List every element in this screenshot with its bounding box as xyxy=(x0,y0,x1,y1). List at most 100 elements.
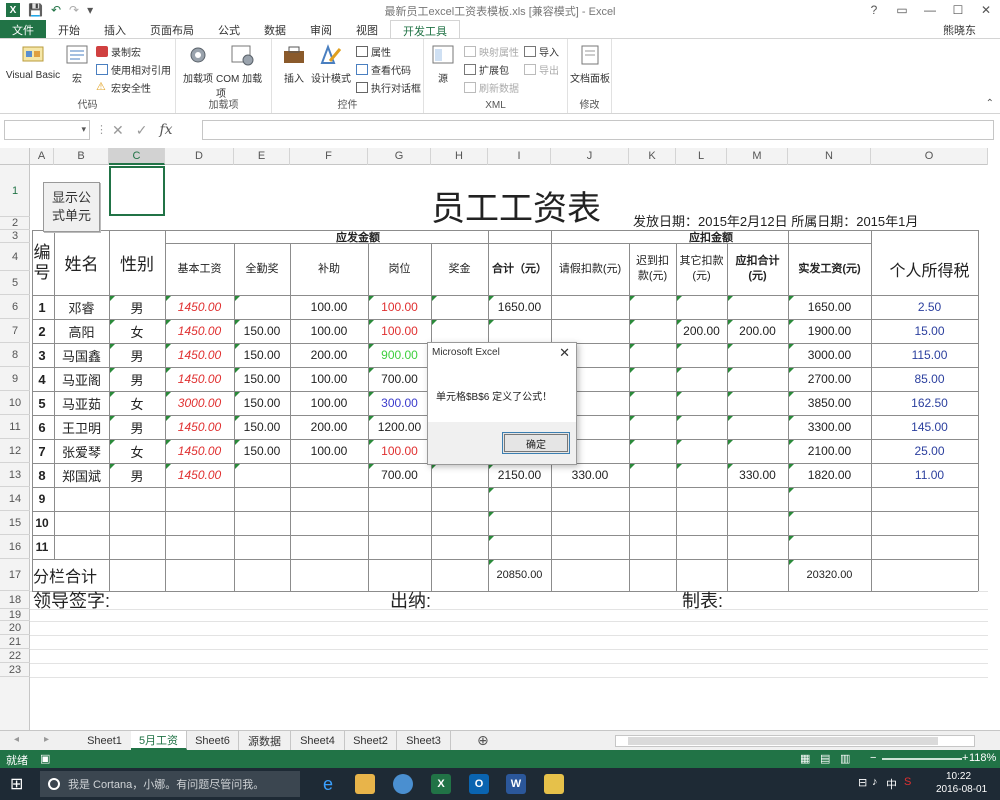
document-panel-button[interactable]: 文档面板 xyxy=(570,43,610,85)
cell[interactable]: 115.00 xyxy=(871,343,988,367)
tab-file[interactable]: 文件 xyxy=(0,20,46,38)
cell[interactable]: 应发金额 xyxy=(165,230,551,244)
cell[interactable]: 700.00 xyxy=(368,463,431,487)
cell[interactable] xyxy=(629,391,676,415)
page-layout-view-icon[interactable]: ▤ xyxy=(820,752,830,765)
cell[interactable]: 岗位 xyxy=(368,243,431,295)
cell[interactable]: 全勤奖 xyxy=(234,243,290,295)
cell[interactable]: 领导签字: xyxy=(30,591,234,611)
sheet-tab[interactable]: 源数据 xyxy=(239,731,291,750)
cell[interactable] xyxy=(676,463,727,487)
cell[interactable]: 900.00 xyxy=(368,343,431,367)
cell[interactable]: 出纳: xyxy=(368,591,551,611)
column-header[interactable]: I xyxy=(488,148,551,165)
file-explorer-icon[interactable] xyxy=(355,774,375,794)
row-header[interactable]: 10 xyxy=(0,391,30,415)
tab-view[interactable]: 视图 xyxy=(344,20,390,38)
cell[interactable]: 150.00 xyxy=(234,343,290,367)
cell[interactable]: 女 xyxy=(109,319,165,343)
cell[interactable]: 150.00 xyxy=(234,319,290,343)
windows-start-icon[interactable]: ⊞ xyxy=(10,774,23,794)
cell[interactable]: 6 xyxy=(30,415,54,439)
page-break-view-icon[interactable]: ▥ xyxy=(840,752,850,765)
browser-icon[interactable] xyxy=(393,774,413,794)
cell[interactable]: 3000.00 xyxy=(165,391,234,415)
row-header[interactable]: 17 xyxy=(0,559,30,591)
row-header[interactable]: 18 xyxy=(0,591,30,609)
row-header[interactable]: 8 xyxy=(0,343,30,367)
cell[interactable]: 王卫明 xyxy=(54,415,109,439)
cell[interactable]: 150.00 xyxy=(234,415,290,439)
cell[interactable]: 2100.00 xyxy=(788,439,871,463)
column-header[interactable]: L xyxy=(676,148,727,165)
relative-reference-button[interactable]: 使用相对引用 xyxy=(96,62,171,77)
zoom-level[interactable]: 118% xyxy=(969,752,996,764)
cell[interactable]: 1450.00 xyxy=(165,367,234,391)
cell[interactable] xyxy=(676,415,727,439)
cell[interactable] xyxy=(727,415,788,439)
cell[interactable]: 100.00 xyxy=(290,319,368,343)
cell[interactable]: 男 xyxy=(109,343,165,367)
column-header[interactable]: G xyxy=(368,148,431,165)
properties-button[interactable]: 属性 xyxy=(356,44,391,59)
row-header[interactable]: 12 xyxy=(0,439,30,463)
cell[interactable]: 25.00 xyxy=(871,439,988,463)
cell[interactable]: 20320.00 xyxy=(788,559,871,591)
cell[interactable]: 个人所得税 xyxy=(871,243,988,295)
row-header[interactable]: 7 xyxy=(0,319,30,343)
cell[interactable]: 张爱琴 xyxy=(54,439,109,463)
word-icon[interactable]: W xyxy=(506,774,526,794)
minimize-button[interactable]: — xyxy=(916,0,944,20)
enter-icon[interactable]: ✓ xyxy=(136,122,148,139)
sheet-tab[interactable]: Sheet4 xyxy=(291,731,345,750)
cell[interactable]: 150.00 xyxy=(234,439,290,463)
cell[interactable]: 1450.00 xyxy=(165,415,234,439)
cancel-icon[interactable]: ✕ xyxy=(112,122,124,139)
cell[interactable]: 2.50 xyxy=(871,295,988,319)
ok-button[interactable]: 确定 xyxy=(502,432,570,454)
cell[interactable] xyxy=(629,367,676,391)
tab-review[interactable]: 审阅 xyxy=(298,20,344,38)
cell[interactable]: 1450.00 xyxy=(165,343,234,367)
cell[interactable] xyxy=(629,463,676,487)
cell[interactable] xyxy=(727,367,788,391)
cell[interactable]: 3850.00 xyxy=(788,391,871,415)
cell[interactable]: 男 xyxy=(109,367,165,391)
cell[interactable] xyxy=(676,391,727,415)
formula-input[interactable] xyxy=(202,120,994,140)
column-header[interactable]: J xyxy=(551,148,629,165)
edge-icon[interactable]: e xyxy=(318,774,338,794)
help-icon[interactable]: ? xyxy=(860,0,888,20)
record-macro-button[interactable]: 录制宏 xyxy=(96,44,141,59)
sheet-tab[interactable]: Sheet6 xyxy=(187,731,239,750)
network-icon[interactable]: ⊟ xyxy=(858,776,867,789)
cell[interactable] xyxy=(431,295,488,319)
cell[interactable]: 应扣金额 xyxy=(551,230,871,244)
cell[interactable]: 1 xyxy=(30,295,54,319)
column-header[interactable]: M xyxy=(727,148,788,165)
cell[interactable]: 1900.00 xyxy=(788,319,871,343)
cell[interactable] xyxy=(676,439,727,463)
cell[interactable]: 女 xyxy=(109,439,165,463)
row-header[interactable]: 4 xyxy=(0,243,30,271)
row-header[interactable]: 9 xyxy=(0,367,30,391)
volume-icon[interactable]: ♪ xyxy=(872,776,878,788)
cell[interactable]: 330.00 xyxy=(727,463,788,487)
cell[interactable]: 11 xyxy=(30,535,54,559)
cell[interactable]: 3000.00 xyxy=(788,343,871,367)
cell[interactable]: 200.00 xyxy=(676,319,727,343)
cell[interactable]: 1450.00 xyxy=(165,463,234,487)
cell[interactable] xyxy=(629,439,676,463)
cell[interactable]: 150.00 xyxy=(234,367,290,391)
column-header[interactable]: E xyxy=(234,148,290,165)
show-formula-cells-button[interactable]: 显示公式单元 xyxy=(43,182,100,232)
cell[interactable] xyxy=(431,319,488,343)
view-code-button[interactable]: 查看代码 xyxy=(356,62,411,77)
maximize-button[interactable]: ☐ xyxy=(944,0,972,20)
cell[interactable]: 9 xyxy=(30,487,54,511)
cell[interactable]: 20850.00 xyxy=(488,559,551,591)
column-header[interactable]: O xyxy=(871,148,988,165)
cell[interactable] xyxy=(551,295,629,319)
user-name[interactable]: 熊晓东 xyxy=(943,22,976,38)
tab-page-layout[interactable]: 页面布局 xyxy=(138,20,206,38)
